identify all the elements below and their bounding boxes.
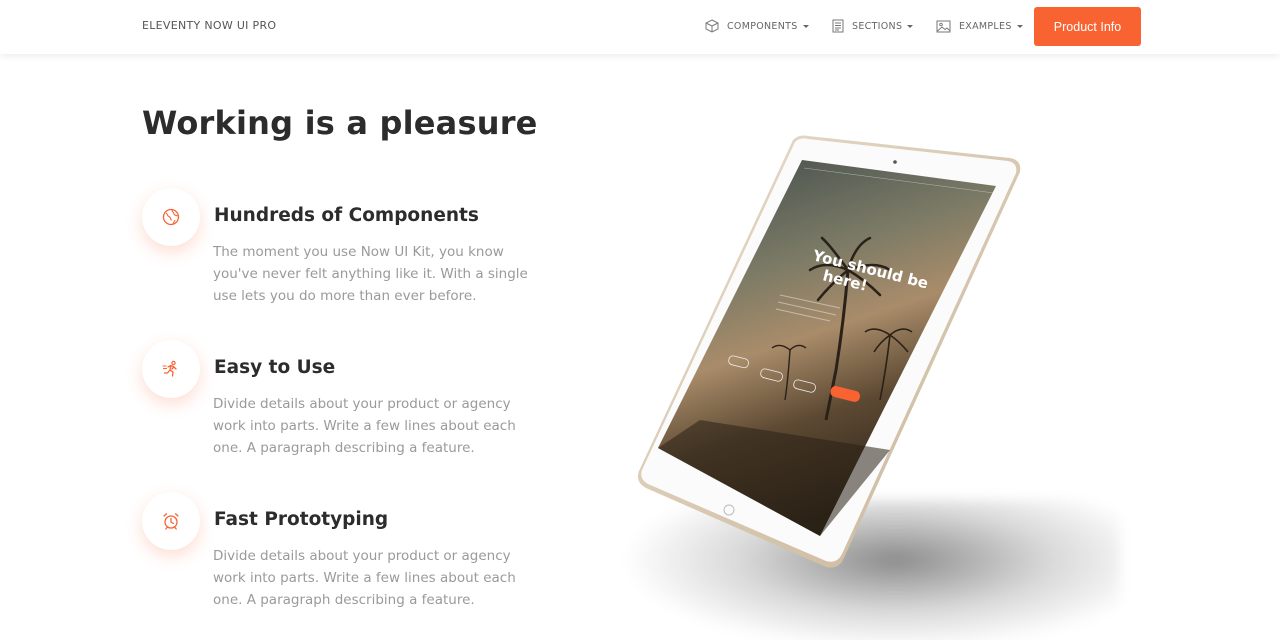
image-icon <box>936 20 951 32</box>
nav-examples-label: EXAMPLES <box>959 20 1012 32</box>
cube-icon <box>705 19 719 33</box>
nav-components-dropdown[interactable]: COMPONENTS <box>705 17 809 35</box>
brand-link[interactable]: ELEVENTY NOW UI PRO <box>142 19 276 32</box>
product-info-button[interactable]: Product Info <box>1034 7 1141 46</box>
feature-title: Easy to Use <box>214 357 336 378</box>
feature-icon-circle <box>142 340 200 398</box>
globe-icon <box>162 208 180 226</box>
feature-title: Hundreds of Components <box>214 205 479 226</box>
feature-description: Divide details about your product or age… <box>213 548 516 608</box>
tablet-mockup: You should be here! <box>590 120 1150 640</box>
nav-sections-label: SECTIONS <box>852 20 903 32</box>
alarm-clock-icon <box>163 513 179 530</box>
tablet-image: You should be here! <box>637 135 1021 568</box>
section-title: Working is a pleasure <box>142 104 538 142</box>
document-icon <box>832 19 844 33</box>
caret-down-icon <box>907 24 914 28</box>
feature-title: Fast Prototyping <box>214 509 389 530</box>
feature-icon-circle <box>142 188 200 246</box>
nav-components-label: COMPONENTS <box>727 20 798 32</box>
feature-description: The moment you use Now UI Kit, you know … <box>213 244 528 304</box>
feature-description: Divide details about your product or age… <box>213 396 516 456</box>
running-person-icon <box>162 360 177 377</box>
nav-examples-dropdown[interactable]: EXAMPLES <box>936 17 1023 35</box>
navbar: ELEVENTY NOW UI PRO COMPONENTS SECTIONS … <box>0 0 1280 54</box>
caret-down-icon <box>1016 24 1023 28</box>
nav-sections-dropdown[interactable]: SECTIONS <box>832 17 914 35</box>
caret-down-icon <box>802 24 809 28</box>
feature-icon-circle <box>142 492 200 550</box>
